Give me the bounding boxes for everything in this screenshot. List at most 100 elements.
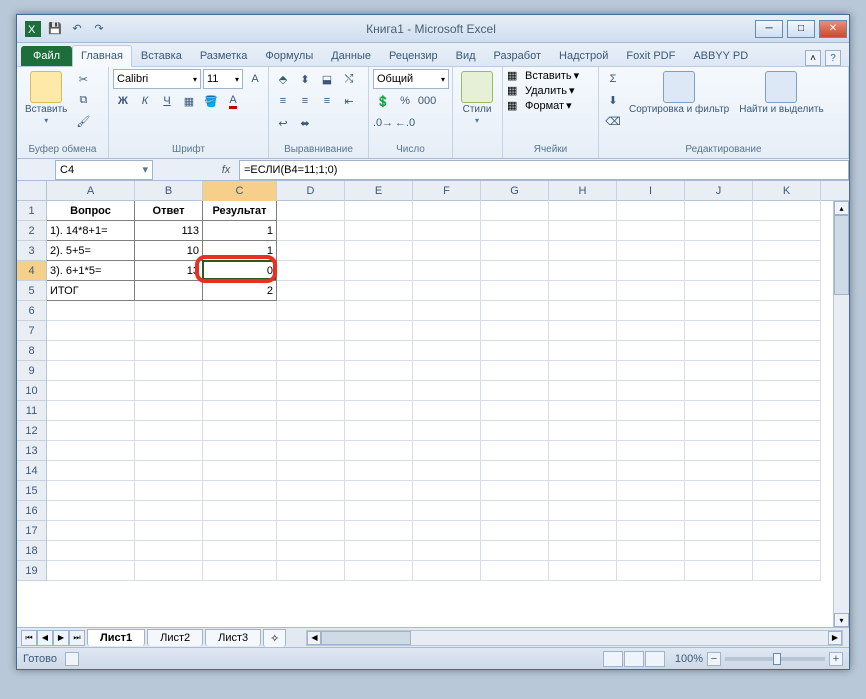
cell[interactable] <box>685 441 753 461</box>
cell[interactable] <box>277 501 345 521</box>
horizontal-scrollbar[interactable]: ◀ ▶ <box>306 630 843 646</box>
paste-button[interactable]: Вставить ▾ <box>21 69 71 127</box>
column-header[interactable]: J <box>685 181 753 201</box>
cell[interactable] <box>277 401 345 421</box>
comma-icon[interactable]: 000 <box>417 91 437 111</box>
column-header[interactable]: C <box>203 181 277 201</box>
cell[interactable] <box>481 281 549 301</box>
grow-font-icon[interactable]: A <box>245 69 265 89</box>
cell[interactable] <box>753 341 821 361</box>
cell[interactable]: 1). 14*8+1= <box>47 221 135 241</box>
scrollbar-thumb[interactable] <box>834 215 849 295</box>
row-header[interactable]: 11 <box>17 401 46 421</box>
cell[interactable] <box>203 401 277 421</box>
cell[interactable] <box>685 501 753 521</box>
cell[interactable] <box>277 281 345 301</box>
cell[interactable]: 113 <box>135 221 203 241</box>
cell[interactable] <box>753 461 821 481</box>
cells-grid[interactable]: ВопросОтветРезультат1). 14*8+1=11312). 5… <box>47 201 849 581</box>
cell[interactable] <box>413 361 481 381</box>
cell[interactable] <box>413 201 481 221</box>
cell[interactable] <box>135 421 203 441</box>
cell[interactable] <box>685 261 753 281</box>
column-header[interactable]: H <box>549 181 617 201</box>
cell[interactable] <box>549 281 617 301</box>
cell[interactable] <box>277 381 345 401</box>
cell[interactable] <box>549 221 617 241</box>
cell[interactable] <box>685 321 753 341</box>
row-header[interactable]: 13 <box>17 441 46 461</box>
cell[interactable] <box>753 241 821 261</box>
fill-color-icon[interactable]: 🪣 <box>201 91 221 111</box>
cell[interactable] <box>135 321 203 341</box>
cell[interactable] <box>481 541 549 561</box>
cell[interactable] <box>345 261 413 281</box>
merge-icon[interactable]: ⬌ <box>295 113 315 133</box>
cell[interactable] <box>413 241 481 261</box>
cell[interactable] <box>617 481 685 501</box>
indent-icon[interactable]: ⇤ <box>339 91 359 111</box>
cell[interactable] <box>685 221 753 241</box>
align-center-icon[interactable]: ≡ <box>295 91 315 111</box>
help-icon[interactable]: ? <box>825 50 841 66</box>
cell[interactable] <box>413 301 481 321</box>
cell[interactable] <box>685 421 753 441</box>
cell[interactable] <box>345 341 413 361</box>
maximize-button[interactable]: □ <box>787 20 815 38</box>
cell[interactable] <box>617 541 685 561</box>
cell[interactable] <box>685 361 753 381</box>
row-header[interactable]: 19 <box>17 561 46 581</box>
cell[interactable] <box>685 381 753 401</box>
cell[interactable] <box>685 481 753 501</box>
cell[interactable] <box>617 441 685 461</box>
cell[interactable] <box>345 561 413 581</box>
undo-icon[interactable]: ↶ <box>67 19 87 39</box>
cell[interactable] <box>753 521 821 541</box>
cell[interactable] <box>135 521 203 541</box>
cell[interactable] <box>413 561 481 581</box>
cell[interactable] <box>481 321 549 341</box>
cell[interactable] <box>549 301 617 321</box>
sheet-tab[interactable]: Лист1 <box>87 629 145 646</box>
zoom-level[interactable]: 100% <box>675 653 703 665</box>
row-header[interactable]: 4 <box>17 261 46 281</box>
cell[interactable] <box>617 421 685 441</box>
cell[interactable] <box>685 561 753 581</box>
cell[interactable] <box>203 521 277 541</box>
cell[interactable] <box>47 321 135 341</box>
ribbon-tab-разработ[interactable]: Разработ <box>485 45 550 66</box>
cell[interactable] <box>549 321 617 341</box>
cell[interactable] <box>47 301 135 321</box>
cell[interactable] <box>617 341 685 361</box>
cell[interactable]: 0 <box>203 261 277 281</box>
cell[interactable] <box>47 341 135 361</box>
ribbon-tab-надстрой[interactable]: Надстрой <box>550 45 617 66</box>
cell[interactable] <box>203 541 277 561</box>
cell[interactable] <box>481 481 549 501</box>
cell[interactable]: Ответ <box>135 201 203 221</box>
cell[interactable] <box>277 421 345 441</box>
cell[interactable] <box>481 201 549 221</box>
row-header[interactable]: 9 <box>17 361 46 381</box>
minimize-button[interactable]: ─ <box>755 20 783 38</box>
cell[interactable] <box>617 361 685 381</box>
cell[interactable] <box>753 361 821 381</box>
cell[interactable] <box>617 261 685 281</box>
sheet-nav-prev[interactable]: ◀ <box>37 630 53 646</box>
column-header[interactable]: I <box>617 181 685 201</box>
column-header[interactable]: G <box>481 181 549 201</box>
cell[interactable] <box>203 381 277 401</box>
cell[interactable] <box>549 561 617 581</box>
bold-icon[interactable]: Ж <box>113 91 133 111</box>
row-header[interactable]: 14 <box>17 461 46 481</box>
cell[interactable] <box>617 401 685 421</box>
cell[interactable] <box>47 421 135 441</box>
cell[interactable] <box>753 381 821 401</box>
orientation-icon[interactable]: ⤭ <box>339 69 359 89</box>
cell[interactable] <box>345 441 413 461</box>
row-header[interactable]: 1 <box>17 201 46 221</box>
cell[interactable] <box>753 281 821 301</box>
cell[interactable] <box>617 281 685 301</box>
ribbon-tab-формулы[interactable]: Формулы <box>256 45 322 66</box>
cell[interactable] <box>413 501 481 521</box>
